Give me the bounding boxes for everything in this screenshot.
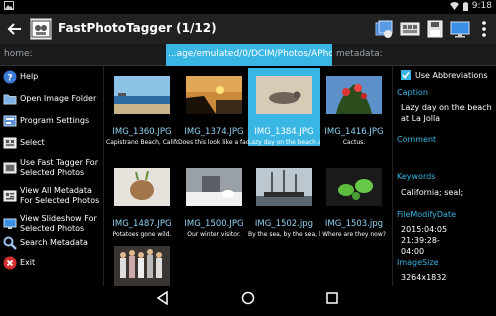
system-nav-bar [0, 286, 496, 310]
photo-cell[interactable]: IMG_1502.jpg By the sea, by the sea, by … [248, 160, 320, 238]
keywords-label: Keywords [397, 172, 436, 181]
nav-back-icon[interactable] [156, 291, 170, 305]
photo-grid: IMG_1360.JPG Capistrano Beach, Californi… [106, 66, 390, 290]
caption-value[interactable]: Lazy day on the beach at La Jolla [401, 102, 495, 124]
photo-filename: IMG_1502.jpg [254, 219, 314, 229]
comment-label: Comment [397, 135, 437, 144]
menu-item-view-metadata[interactable]: View All Metadata For Selected Photos [0, 184, 104, 208]
menu-item-select[interactable]: Select [0, 134, 104, 152]
photo-thumbnail [114, 76, 170, 114]
photo-filename: IMG_1487.JPG [112, 219, 172, 229]
nav-home-icon[interactable] [241, 291, 255, 305]
menu-item-settings[interactable]: Program Settings [0, 112, 104, 130]
photo-caption: Lazy day on the beach at La Jolla [248, 139, 320, 146]
overflow-menu-icon[interactable] [474, 19, 494, 39]
photo-thumbnail [326, 168, 382, 206]
side-menu: ? Help Open Image Folder Program Setting… [0, 66, 104, 286]
photo-notification-icon [4, 1, 14, 13]
menu-item-slideshow[interactable]: View Slideshow For Selected Photos [0, 212, 104, 236]
wifi-icon [449, 2, 459, 10]
imagesize-value[interactable]: 3264x1832 [401, 272, 495, 283]
slideshow-icon[interactable] [450, 19, 470, 39]
photo-filename: IMG_1503.jpg [324, 219, 384, 229]
filemodifydate-label: FileModifyDate [397, 210, 457, 219]
use-abbreviations-label: Use Abbreviations [415, 70, 488, 80]
battery-icon [462, 1, 468, 11]
menu-item-help[interactable]: ? Help [0, 68, 104, 86]
path-bar: home: ...age/emulated/0/DCIM/Photos/APho… [0, 44, 496, 66]
photo-caption: Does this look like a face? [178, 139, 250, 146]
settings-icon [3, 115, 17, 127]
search-icon [3, 236, 17, 250]
photo-cell[interactable]: IMG_1416.JPG Cactus. [318, 68, 390, 146]
photo-thumbnail [186, 76, 242, 114]
slideshow-icon [3, 218, 17, 229]
help-icon: ? [3, 70, 17, 84]
gallery-icon[interactable] [400, 19, 420, 39]
photo-thumbnail [256, 76, 312, 114]
photo-caption: Potatoes gone wild. [112, 231, 172, 238]
photo-caption: Where are they now? [322, 231, 386, 238]
menu-label: Program Settings [20, 116, 90, 125]
photo-filename: IMG_1416.JPG [324, 127, 384, 137]
photo-cell-selected[interactable]: IMG_1384.JPG Lazy day on the beach at La… [248, 68, 320, 146]
clock-text: 9:18 [471, 1, 492, 11]
app-logo-icon [30, 18, 52, 40]
photo-cell[interactable]: IMG_1500.JPG Our winter visitor. [178, 160, 250, 238]
photo-caption: Our winter visitor. [187, 231, 241, 238]
photo-thumbnail [114, 246, 170, 290]
select-icon [3, 137, 17, 149]
menu-label: Help [20, 72, 39, 81]
menu-label: View All Metadata For Selected Photos [20, 186, 100, 205]
save-icon[interactable] [425, 19, 445, 39]
photo-thumbnail [326, 76, 382, 114]
photo-filename: IMG_1384.JPG [254, 127, 314, 137]
photo-thumbnail [114, 168, 170, 206]
status-bar: 9:18 [0, 0, 496, 14]
photo-cell[interactable]: IMG_1360.JPG Capistrano Beach, Californi… [106, 68, 178, 146]
metadata-panel: Use Abbreviations Caption Lazy day on th… [392, 66, 496, 286]
photo-thumbnail [256, 168, 312, 206]
folder-icon [3, 94, 17, 105]
photo-cell[interactable]: IMG_1374.JPG Does this look like a face? [178, 68, 250, 146]
photo-caption: Capistrano Beach, California [106, 139, 178, 146]
menu-item-search[interactable]: Search Metadata [0, 234, 104, 252]
action-bar: FastPhotoTagger (1/12) [0, 14, 496, 44]
back-arrow-icon[interactable] [6, 20, 24, 38]
menu-label: Search Metadata [20, 238, 88, 247]
menu-label: Open Image Folder [20, 94, 97, 103]
home-label[interactable]: home: [4, 49, 33, 59]
tag-photos-icon[interactable] [374, 19, 394, 39]
photo-filename: IMG_1360.JPG [112, 127, 172, 137]
menu-label: Select [20, 138, 45, 147]
caption-label: Caption [397, 88, 428, 97]
app-title: FastPhotoTagger (1/12) [58, 21, 217, 35]
photo-thumbnail [186, 168, 242, 206]
use-abbreviations-toggle[interactable]: Use Abbreviations [401, 70, 488, 80]
imagesize-label: ImageSize [397, 258, 439, 267]
photo-cell[interactable]: IMG_1487.JPG Potatoes gone wild. [106, 160, 178, 238]
checkbox-checked-icon[interactable] [401, 70, 411, 80]
nav-recents-icon[interactable] [325, 291, 339, 305]
photo-filename: IMG_1500.JPG [184, 219, 244, 229]
menu-label: View Slideshow For Selected Photos [20, 214, 97, 233]
menu-item-exit[interactable]: Exit [0, 254, 104, 272]
svg-text:?: ? [7, 74, 12, 84]
photo-caption: Cactus. [342, 139, 366, 146]
photo-cell[interactable]: IMG_1503.jpg Where are they now? [318, 160, 390, 238]
status-icons: 9:18 [449, 1, 492, 11]
menu-label: Exit [20, 258, 36, 267]
fast-tagger-icon [3, 162, 17, 174]
menu-item-fast-tagger[interactable]: Use Fast Tagger For Selected Photos [0, 156, 104, 180]
menu-item-open-folder[interactable]: Open Image Folder [0, 90, 104, 108]
metadata-icon [3, 190, 17, 202]
filemodifydate-value[interactable]: 2015:04:05 21:39:28-04:00 [401, 224, 461, 257]
current-path[interactable]: ...age/emulated/0/DCIM/Photos/APhotos/ [166, 44, 332, 66]
menu-label: Use Fast Tagger For Selected Photos [20, 158, 98, 177]
exit-icon [3, 256, 17, 270]
metadata-label: metadata: [336, 49, 383, 59]
keywords-value[interactable]: California; seal; [401, 187, 495, 198]
photo-caption: By the sea, by the sea, by the [248, 231, 320, 238]
photo-filename: IMG_1374.JPG [184, 127, 244, 137]
